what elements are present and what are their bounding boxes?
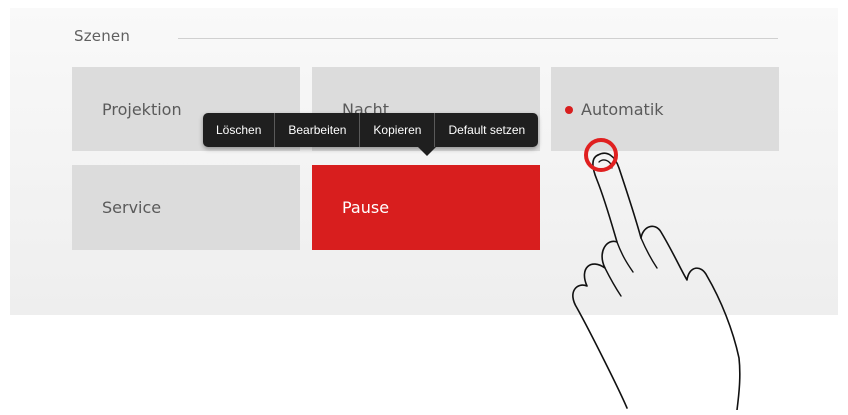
scene-tile-label: Automatik xyxy=(581,100,664,119)
pointing-hand-icon xyxy=(572,152,741,410)
scene-tile-automatik[interactable]: Automatik xyxy=(551,67,779,151)
section-title: Szenen xyxy=(74,27,131,45)
scene-tile-label: Pause xyxy=(342,198,390,217)
context-menu-set-default[interactable]: Default setzen xyxy=(435,113,538,147)
active-indicator-dot xyxy=(565,106,573,114)
scene-tile-pause[interactable]: Pause xyxy=(312,165,540,250)
scene-tile-service[interactable]: Service xyxy=(72,165,300,250)
title-divider xyxy=(178,38,778,39)
context-menu-copy[interactable]: Kopieren xyxy=(360,113,436,147)
context-menu-arrow xyxy=(418,147,436,156)
context-menu-edit[interactable]: Bearbeiten xyxy=(275,113,361,147)
scene-tile-label: Projektion xyxy=(102,100,182,119)
scene-tile-label: Service xyxy=(102,198,162,217)
context-menu: Löschen Bearbeiten Kopieren Default setz… xyxy=(203,113,539,147)
context-menu-delete[interactable]: Löschen xyxy=(203,113,276,147)
touch-indicator-icon xyxy=(584,138,618,172)
